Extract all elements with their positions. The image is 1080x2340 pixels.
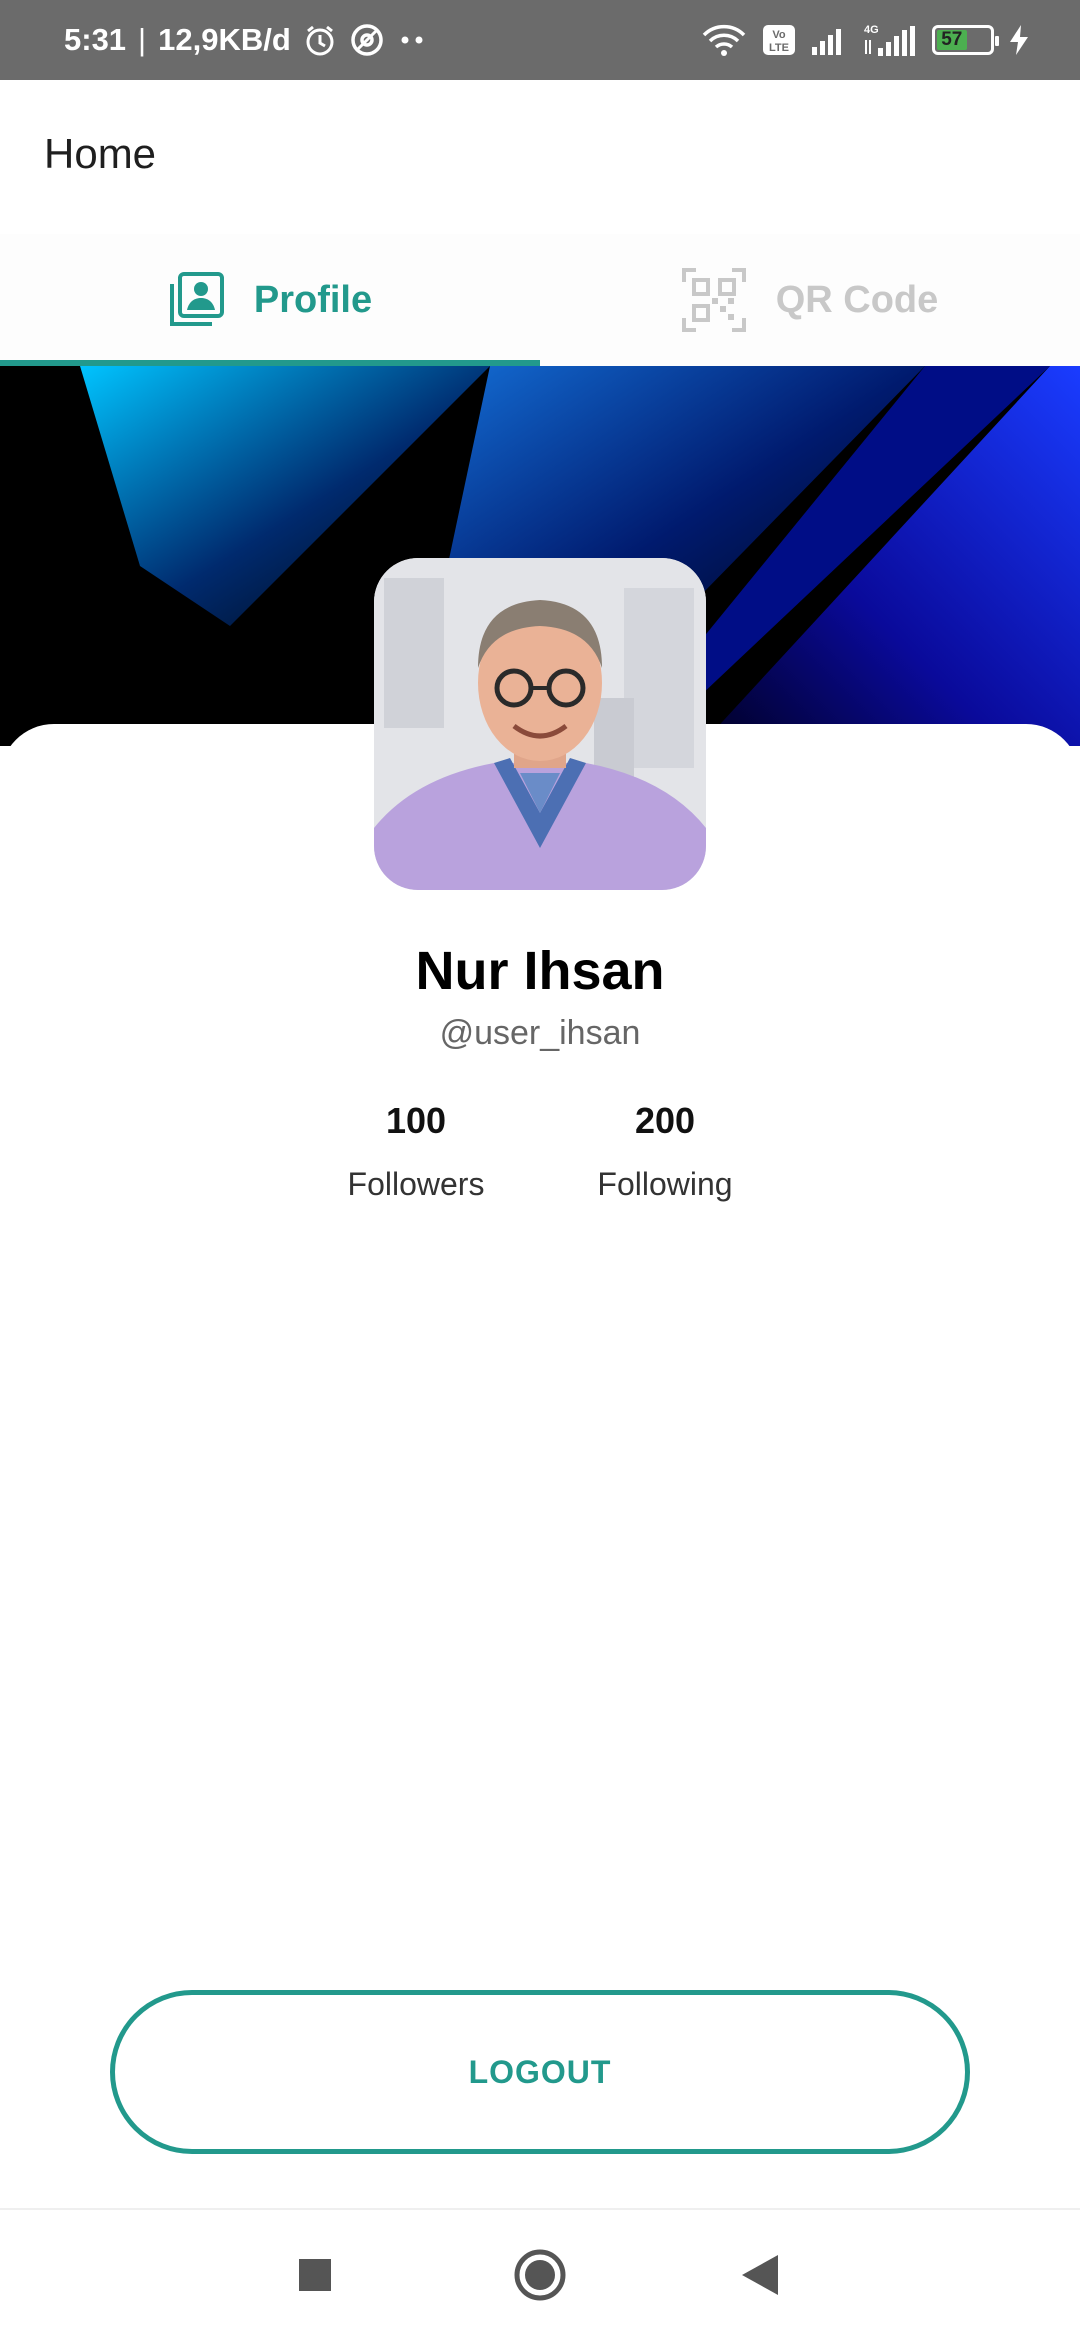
svg-text:LTE: LTE bbox=[769, 42, 789, 54]
profile-card-icon bbox=[168, 272, 224, 328]
followers-stat[interactable]: 100 Followers bbox=[306, 1100, 526, 1203]
status-bar: 5:31 | 12,9KB/d Vo LTE 4G 57 bbox=[0, 0, 1080, 80]
profile-username: @user_ihsan bbox=[439, 1014, 641, 1052]
home-button[interactable] bbox=[512, 2210, 568, 2340]
following-label: Following bbox=[597, 1166, 733, 1202]
page-title: Home bbox=[44, 130, 157, 177]
signal-icon bbox=[810, 25, 848, 55]
alarm-icon bbox=[303, 23, 337, 57]
status-separator: | bbox=[138, 22, 147, 57]
back-button[interactable] bbox=[740, 2210, 780, 2340]
followers-label: Followers bbox=[347, 1166, 485, 1202]
app-bar: Home bbox=[0, 80, 1080, 234]
wifi-icon bbox=[700, 23, 748, 57]
tab-bar: Profile QR Code bbox=[0, 234, 1080, 366]
battery-level: 57 bbox=[937, 29, 967, 50]
followers-count: 100 bbox=[385, 1100, 447, 1141]
qr-code-icon bbox=[681, 268, 746, 332]
more-dots-icon bbox=[397, 34, 427, 46]
svg-text:4G: 4G bbox=[864, 24, 879, 36]
battery-icon: 57 bbox=[932, 25, 999, 55]
at-sign-icon bbox=[349, 22, 385, 58]
tab-profile-label: Profile bbox=[253, 278, 373, 321]
charging-icon bbox=[1008, 24, 1030, 56]
avatar bbox=[374, 558, 706, 890]
profile-name: Nur Ihsan bbox=[415, 941, 665, 1001]
following-count: 200 bbox=[634, 1100, 696, 1141]
status-time: 5:31 bbox=[64, 22, 127, 57]
back-triangle-icon bbox=[742, 2255, 778, 2295]
recents-square-icon bbox=[299, 2259, 331, 2291]
status-left: 5:31 | 12,9KB/d bbox=[64, 0, 427, 80]
tab-profile[interactable]: Profile bbox=[0, 234, 540, 366]
profile-photo bbox=[374, 558, 706, 890]
status-network-speed: 12,9KB/d bbox=[158, 22, 291, 57]
following-stat[interactable]: 200 Following bbox=[555, 1100, 775, 1203]
recents-button[interactable] bbox=[295, 2210, 335, 2340]
system-nav-bar bbox=[0, 2210, 1080, 2340]
volte-icon: Vo LTE bbox=[762, 23, 796, 57]
tab-qr-code-label: QR Code bbox=[775, 278, 939, 321]
home-circle-icon bbox=[513, 2248, 567, 2302]
tab-qr-code[interactable]: QR Code bbox=[540, 234, 1080, 366]
svg-text:Vo: Vo bbox=[772, 29, 786, 41]
4g-signal-icon: 4G bbox=[862, 22, 918, 58]
status-right: Vo LTE 4G 57 bbox=[700, 0, 1030, 80]
logout-button[interactable]: LOGOUT bbox=[110, 1990, 970, 2154]
